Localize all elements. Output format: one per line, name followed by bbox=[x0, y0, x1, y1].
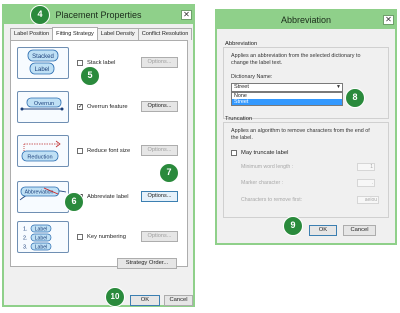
placement-ok-button[interactable]: OK bbox=[130, 295, 160, 306]
abbreviate-row: Abbreviation ✓ Abbreviate label Options.… bbox=[11, 179, 187, 215]
abbreviation-desc-line-1: Applies an abbreviation from the selecte… bbox=[231, 53, 361, 59]
key-numbering-thumbnail: 1. Label 2. Label 3. Label bbox=[17, 221, 69, 253]
abbreviation-window: Abbreviation ✕ Abbreviation Applies an a… bbox=[215, 9, 397, 245]
stack-label-thumbnail: Stacked Label bbox=[17, 47, 69, 79]
dictionary-option-street[interactable]: Street bbox=[232, 99, 342, 105]
strategy-order-button[interactable]: Strategy Order... bbox=[117, 258, 177, 269]
abbreviation-close-button[interactable]: ✕ bbox=[383, 15, 394, 25]
overrun-thumbnail: Overrun bbox=[17, 91, 69, 123]
min-word-length-label: Minimum word length : bbox=[241, 164, 294, 170]
truncation-desc-line-2: the label. bbox=[231, 135, 253, 141]
overrun-checkbox[interactable]: ✓ bbox=[77, 104, 83, 110]
reduction-thumbnail: Reduction bbox=[17, 135, 69, 167]
dictionary-name-select[interactable]: Street ▼ bbox=[231, 83, 343, 92]
overrun-text: Overrun feature bbox=[87, 104, 128, 110]
dictionary-dropdown-list: None Street bbox=[231, 92, 343, 106]
abbreviation-ok-button[interactable]: OK bbox=[309, 225, 337, 236]
abbreviation-thumbnail: Abbreviation bbox=[17, 181, 69, 213]
key-numbering-text: Key numbering bbox=[87, 234, 126, 240]
reduce-font-text: Reduce font size bbox=[87, 148, 131, 154]
step-badge-6: 6 bbox=[64, 192, 84, 212]
abbreviation-cancel-button[interactable]: Cancel bbox=[343, 225, 376, 236]
overrun-options-button[interactable]: Options... bbox=[141, 101, 178, 112]
placement-tabs: Label Position Fitting Strategy Label De… bbox=[10, 27, 193, 40]
dictionary-name-label: Dictionary Name: bbox=[231, 74, 273, 80]
may-truncate-label: May truncate label bbox=[241, 150, 289, 156]
tab-label-density[interactable]: Label Density bbox=[96, 28, 139, 40]
abbreviation-titlebar[interactable]: Abbreviation ✕ bbox=[217, 11, 395, 29]
truncation-desc-line-1: Applies an algorithm to remove character… bbox=[231, 128, 370, 134]
abbreviation-title: Abbreviation bbox=[280, 15, 332, 25]
thumb-key-num-1: 1. bbox=[23, 227, 28, 233]
thumb-stacked-text: Stacked bbox=[32, 54, 54, 60]
thumb-overrun-text: Overrun bbox=[34, 101, 54, 107]
marker-character-input[interactable]: . bbox=[357, 179, 375, 187]
step-badge-7: 7 bbox=[159, 163, 179, 183]
dictionary-name-value: Street bbox=[234, 84, 249, 90]
placement-cancel-button[interactable]: Cancel bbox=[164, 295, 193, 306]
abbreviate-options-button[interactable]: Options... bbox=[141, 191, 178, 202]
thumb-key-label-1: Label bbox=[35, 227, 48, 233]
chevron-down-icon[interactable]: ▼ bbox=[336, 84, 341, 91]
step-badge-9: 9 bbox=[283, 216, 303, 236]
chars-remove-first-input[interactable]: aeiou bbox=[357, 196, 379, 204]
tab-label-position[interactable]: Label Position bbox=[10, 28, 54, 40]
reduce-font-row: Reduction Reduce font size Options... bbox=[11, 133, 187, 169]
step-badge-10: 10 bbox=[105, 287, 125, 307]
placement-close-button[interactable]: ✕ bbox=[181, 10, 192, 20]
thumb-reduction-text: Reduction bbox=[27, 155, 52, 161]
abbreviation-desc-line-2: change the label text. bbox=[231, 60, 283, 66]
key-numbering-row: 1. Label 2. Label 3. Label Key numbering… bbox=[11, 219, 187, 255]
min-word-length-input[interactable]: 1 bbox=[357, 163, 375, 171]
thumb-key-label-3: Label bbox=[35, 245, 48, 251]
thumb-label-text: Label bbox=[35, 67, 50, 73]
abbreviate-text: Abbreviate label bbox=[87, 194, 129, 200]
step-badge-4: 4 bbox=[30, 5, 50, 25]
step-badge-5: 5 bbox=[80, 66, 100, 86]
thumb-key-num-3: 3. bbox=[23, 245, 28, 251]
key-numbering-checkbox[interactable] bbox=[77, 234, 83, 240]
thumb-key-num-2: 2. bbox=[23, 236, 28, 242]
chars-remove-first-label: Characters to remove first: bbox=[241, 197, 303, 203]
key-numbering-options-button[interactable]: Options... bbox=[141, 231, 178, 242]
overrun-row: Overrun ✓ Overrun feature Options... bbox=[11, 89, 187, 125]
stack-label-checkbox[interactable] bbox=[77, 60, 83, 66]
reduce-font-options-button[interactable]: Options... bbox=[141, 145, 178, 156]
placement-properties-window: Placement Properties ✕ Label Position Fi… bbox=[2, 4, 195, 307]
reduce-font-checkbox[interactable] bbox=[77, 148, 83, 154]
tab-fitting-strategy[interactable]: Fitting Strategy bbox=[52, 27, 98, 40]
marker-character-label: Marker character : bbox=[241, 180, 284, 186]
may-truncate-checkbox[interactable] bbox=[231, 150, 237, 156]
tab-conflict-resolution[interactable]: Conflict Resolution bbox=[137, 28, 193, 40]
stack-label-options-button[interactable]: Options... bbox=[141, 57, 178, 68]
step-badge-8: 8 bbox=[345, 88, 365, 108]
thumb-key-label-2: Label bbox=[35, 236, 48, 242]
